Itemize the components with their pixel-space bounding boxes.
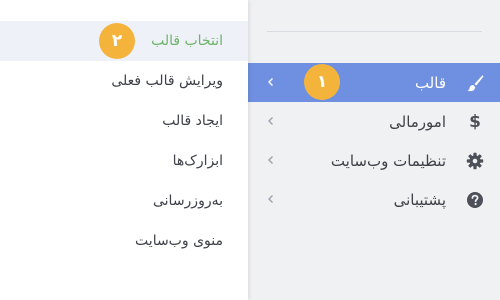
submenu-item-create-template[interactable]: ایجاد قالب xyxy=(162,101,223,141)
main-sidebar: قالب ۱ $ امورمالی xyxy=(248,0,500,300)
submenu-item-select-template[interactable]: انتخاب قالب ۲ xyxy=(0,21,248,61)
submenu-label-update: به‌روزرسانی xyxy=(152,193,223,209)
gear-icon xyxy=(464,150,486,172)
menu-item-template[interactable]: قالب ۱ xyxy=(248,63,500,102)
submenu-label-create-template: ایجاد قالب xyxy=(162,113,223,129)
submenu-item-website-menu[interactable]: منوی وب‌سایت xyxy=(135,221,223,261)
menu-item-finance[interactable]: $ امورمالی xyxy=(248,102,500,141)
chevron-left-icon xyxy=(264,153,278,167)
menu-label-template: قالب xyxy=(414,73,446,92)
submenu-label-select-template: انتخاب قالب xyxy=(151,33,223,49)
paintbrush-icon xyxy=(464,72,486,94)
submenu-label-edit-template: ویرایش قالب فعلی xyxy=(111,73,223,89)
submenu-label-widgets: ابزارک‌ها xyxy=(172,153,223,169)
menu-item-website-settings[interactable]: تنظیمات وب‌سایت xyxy=(248,141,500,180)
menu-label-website-settings: تنظیمات وب‌سایت xyxy=(330,151,446,170)
menu-label-support: پشتیبانی xyxy=(393,190,446,209)
question-circle-icon xyxy=(464,189,486,211)
app-root: قالب ۱ $ امورمالی xyxy=(0,0,500,300)
chevron-left-icon xyxy=(264,192,278,206)
submenu-panel: انتخاب قالب ۲ ویرایش قالب فعلی ایجاد قال… xyxy=(0,0,248,300)
menu-item-support[interactable]: پشتیبانی xyxy=(248,180,500,219)
chevron-left-icon xyxy=(264,114,278,128)
dollar-icon: $ xyxy=(469,111,481,132)
step-badge-1: ۱ xyxy=(304,64,340,100)
submenu-item-update[interactable]: به‌روزرسانی xyxy=(153,181,223,221)
divider xyxy=(267,31,482,32)
submenu-item-widgets[interactable]: ابزارک‌ها xyxy=(173,141,223,181)
submenu-item-edit-template[interactable]: ویرایش قالب فعلی xyxy=(111,61,223,101)
step-badge-2: ۲ xyxy=(99,23,135,59)
submenu-label-website-menu: منوی وب‌سایت xyxy=(135,233,223,249)
chevron-left-icon xyxy=(264,75,278,89)
menu-label-finance: امورمالی xyxy=(389,112,446,131)
main-menu: قالب ۱ $ امورمالی xyxy=(248,63,500,219)
